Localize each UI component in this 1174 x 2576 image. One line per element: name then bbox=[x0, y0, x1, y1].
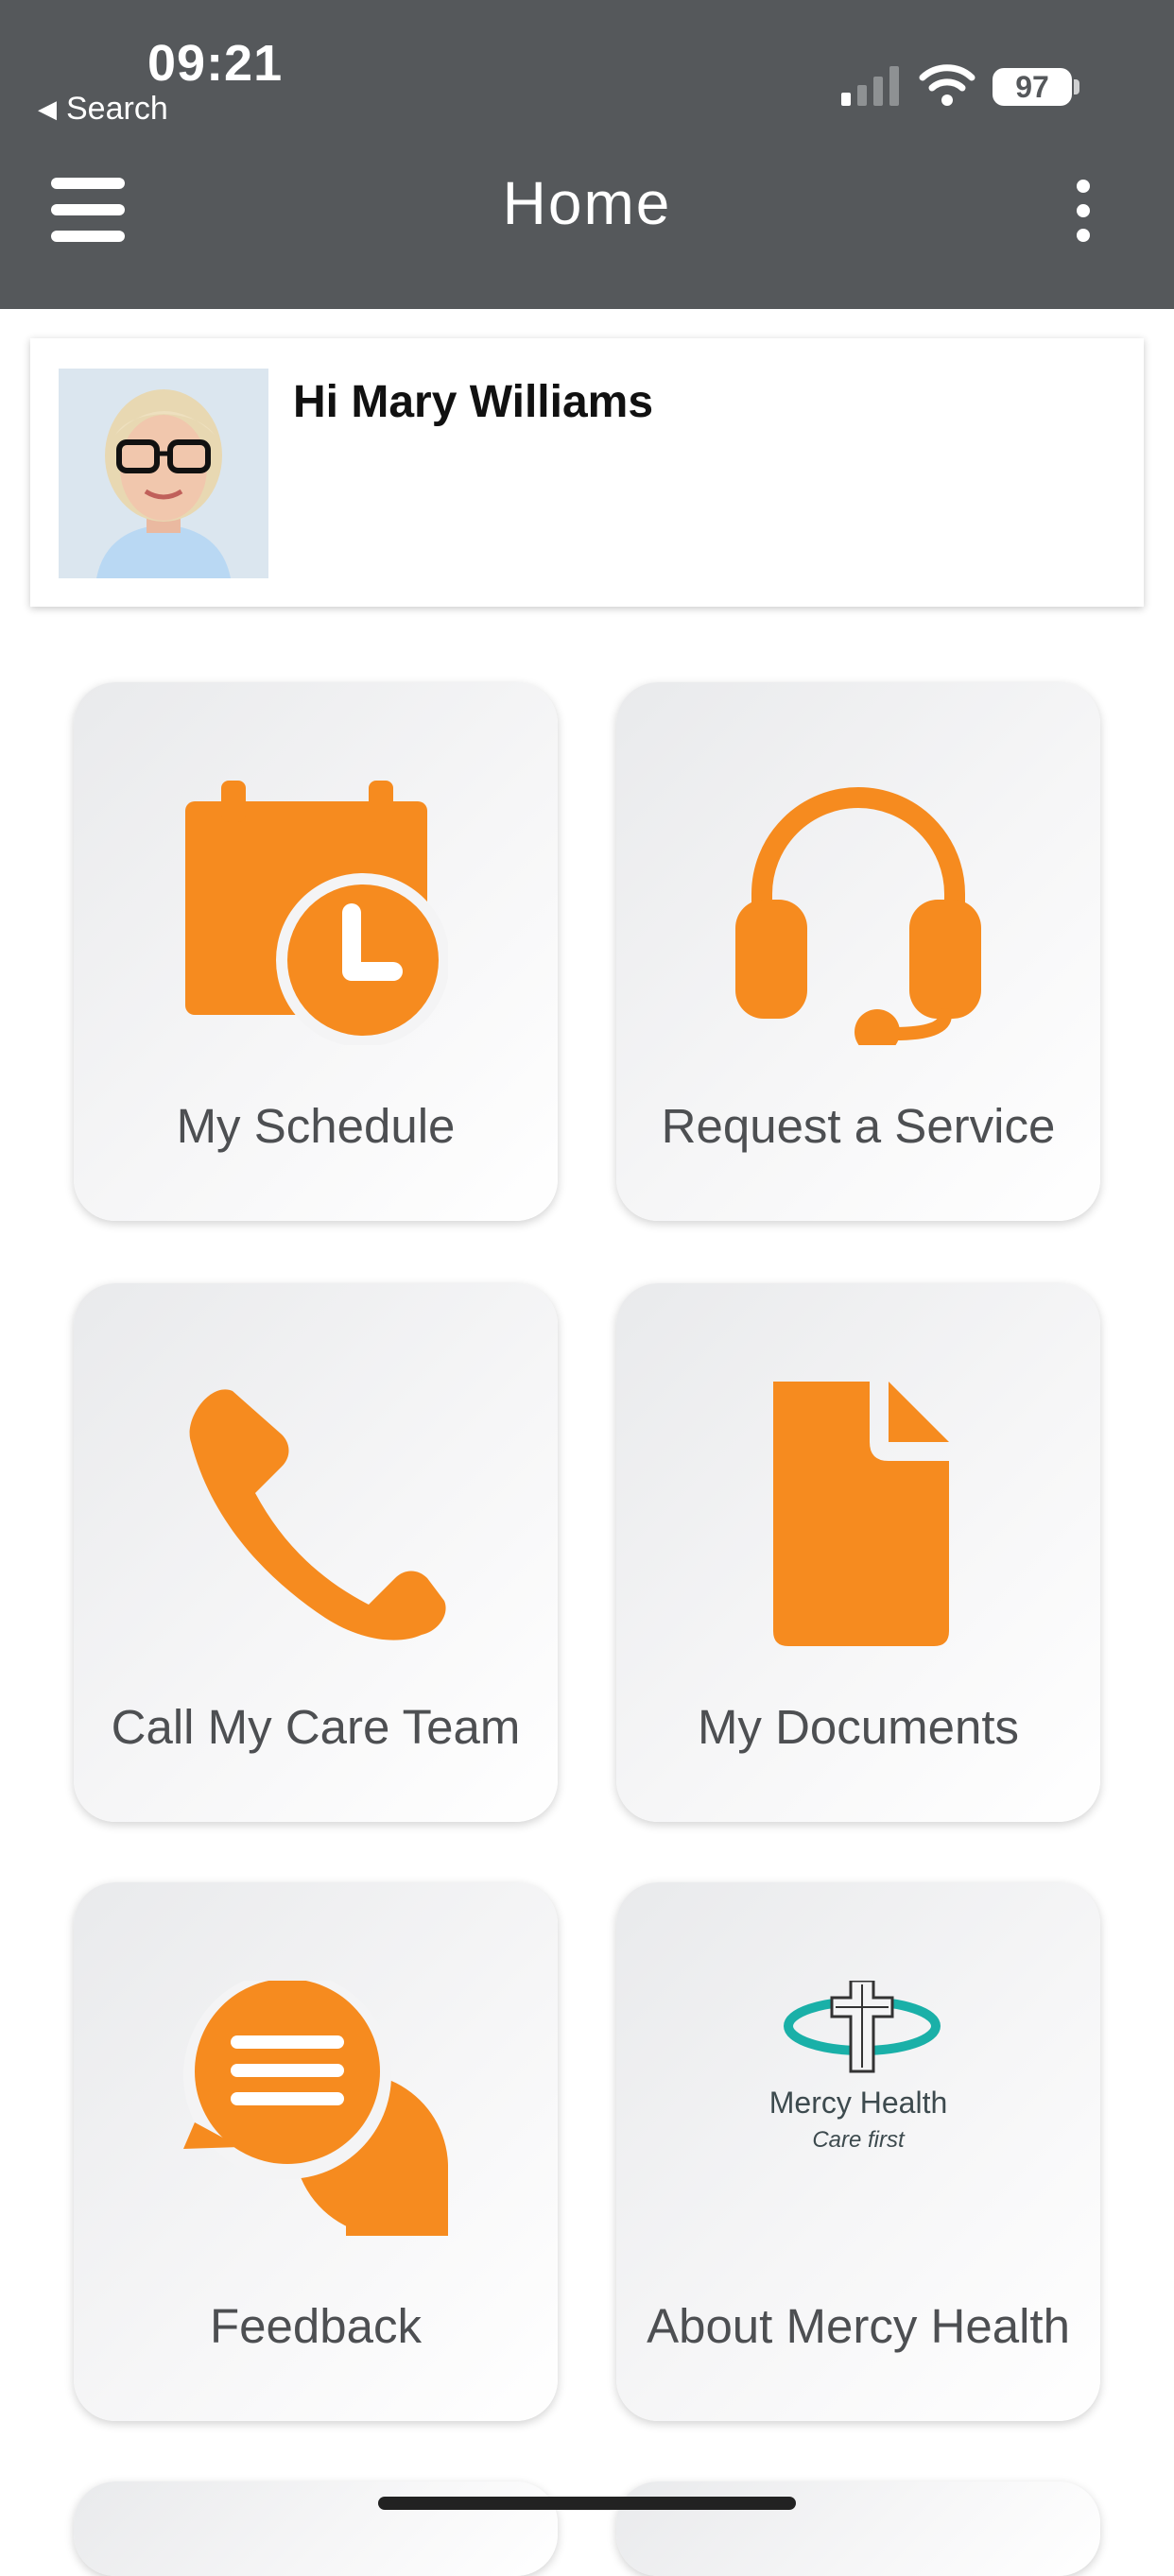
battery-nub bbox=[1074, 79, 1079, 94]
tile-partial-right[interactable] bbox=[616, 2482, 1100, 2576]
about-mercy-health-tile[interactable]: Mercy Health Care first About Mercy Heal… bbox=[616, 1882, 1100, 2421]
headset-icon bbox=[735, 787, 981, 1045]
tile-label: My Documents bbox=[697, 1700, 1020, 1754]
back-label: Search bbox=[66, 91, 168, 127]
feedback-tile[interactable]: Feedback bbox=[74, 1882, 558, 2421]
call-my-care-team-tile[interactable]: Call My Care Team bbox=[74, 1283, 558, 1822]
my-documents-tile[interactable]: My Documents bbox=[616, 1283, 1100, 1822]
tile-label: Feedback bbox=[210, 2299, 422, 2353]
chat-bubbles-icon bbox=[183, 1981, 448, 2236]
request-a-service-tile[interactable]: Request a Service bbox=[616, 682, 1100, 1221]
my-schedule-tile[interactable]: My Schedule bbox=[74, 682, 558, 1221]
profile-card: Hi Mary Williams bbox=[30, 338, 1144, 607]
home-indicator bbox=[378, 2497, 796, 2510]
tile-partial-left[interactable] bbox=[74, 2482, 558, 2576]
wifi-icon bbox=[919, 64, 975, 106]
app-header: 09:21 ◀ Search 97 Home bbox=[0, 0, 1174, 309]
logo-tagline: Care first bbox=[812, 2127, 906, 2153]
calendar-clock-icon bbox=[185, 781, 448, 1045]
avatar bbox=[59, 369, 268, 578]
greeting-text: Hi Mary Williams bbox=[293, 377, 654, 427]
tile-label: My Schedule bbox=[176, 1099, 456, 1153]
back-triangle-icon: ◀ bbox=[38, 94, 57, 123]
cellular-signal-icon bbox=[841, 66, 899, 106]
tile-label: About Mercy Health bbox=[647, 2299, 1070, 2353]
more-options-icon[interactable] bbox=[1066, 180, 1100, 246]
phone-icon bbox=[189, 1389, 446, 1640]
page-title: Home bbox=[502, 169, 672, 237]
battery-indicator: 97 bbox=[993, 68, 1072, 106]
mercy-health-logo: Mercy Health Care first bbox=[769, 1981, 948, 2153]
tile-label: Request a Service bbox=[661, 1099, 1056, 1153]
tile-label: Call My Care Team bbox=[111, 1700, 521, 1754]
back-to-search-link[interactable]: ◀ Search bbox=[38, 91, 168, 128]
logo-name: Mercy Health bbox=[769, 2086, 948, 2120]
document-icon bbox=[773, 1382, 949, 1646]
status-time: 09:21 bbox=[147, 35, 284, 92]
